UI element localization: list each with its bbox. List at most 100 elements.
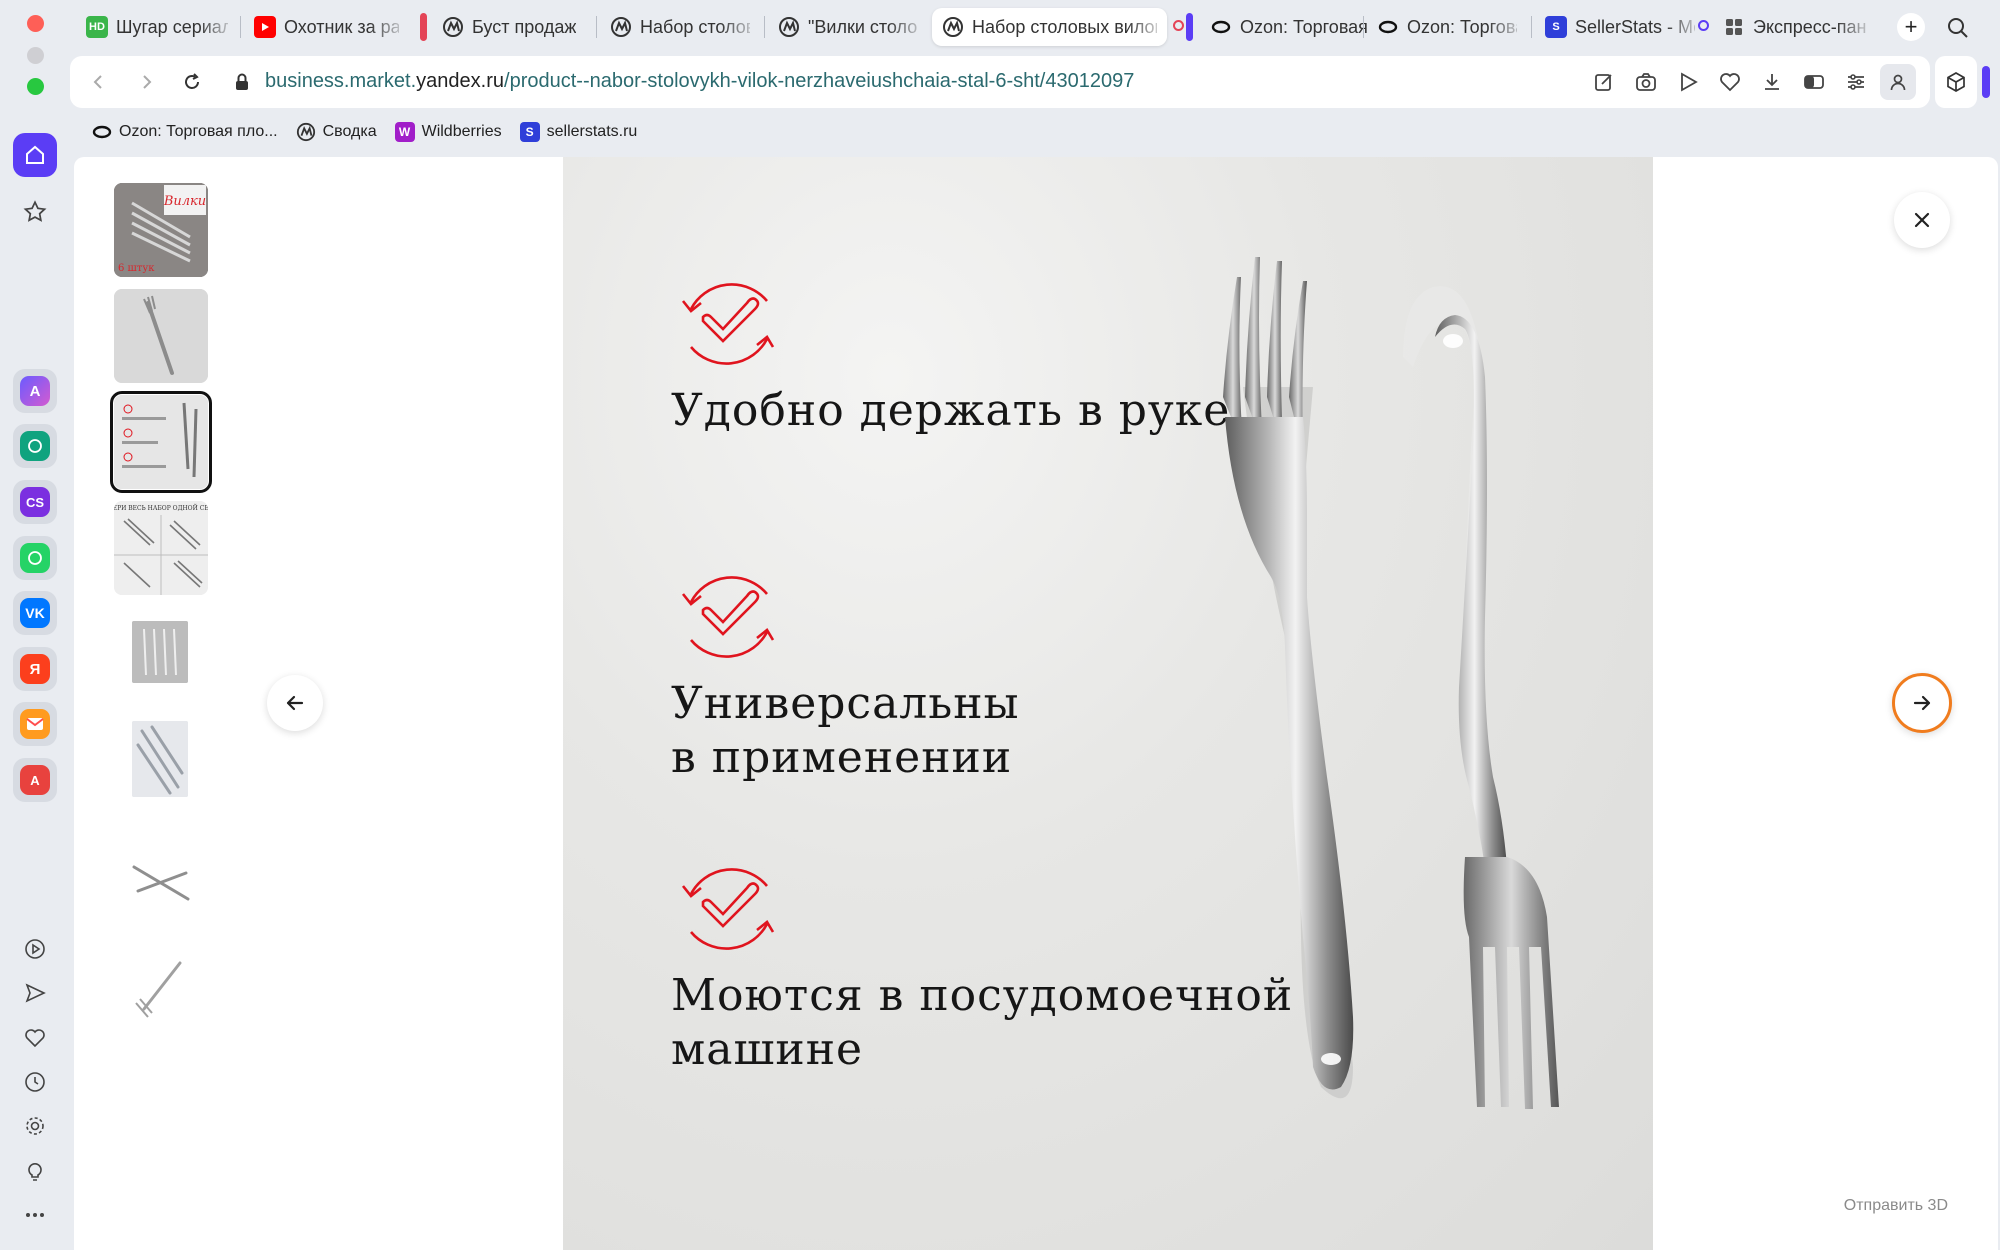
download-icon[interactable] [1758,68,1786,96]
thumb-series-title: СОБЕРИ ВЕСЬ НАБОР ОДНОЙ СЕРИИ [114,504,208,512]
bookmark-label: Сводка [322,123,377,140]
thumb-cover-title: Вилки [163,194,206,209]
bookmarks-bar: Ozon: Торговая пло... Сводка W Wildberri… [70,112,2000,152]
yandex-market-icon [942,16,964,38]
thumbnail-4[interactable]: СОБЕРИ ВЕСЬ НАБОР ОДНОЙ СЕРИИ [114,501,208,595]
hd-icon: HD [86,16,108,38]
express-panel-icon [1723,16,1745,38]
tab-label: Ozon: Торговая [1240,16,1368,37]
translate-app-icon[interactable]: A [13,758,57,802]
feature-text-2: Универсальны в применении [671,678,1020,783]
bookmark-sellerstats[interactable]: S sellerstats.ru [519,122,637,142]
lightbulb-icon[interactable] [20,1156,50,1186]
thumbnail-1[interactable]: Вилки 6 штук [114,183,208,277]
bookmark-ozon[interactable]: Ozon: Торговая пло... [92,122,278,142]
bookmark-svodka[interactable]: Сводка [296,122,377,142]
side-panel-marker[interactable] [1982,66,1990,98]
close-icon [1914,212,1930,228]
new-tab-plus-icon[interactable]: + [1897,13,1925,41]
tab-table-forks[interactable]: "Вилки столовые [768,8,928,46]
main-product-image: Удобно держать в руке Универсальны в при… [563,157,1653,1250]
reader-mode-icon[interactable] [1800,68,1828,96]
favorite-heart-icon[interactable] [1716,68,1744,96]
tab-group-marker[interactable] [1186,13,1193,41]
tab-express-panel[interactable]: Экспресс-панель [1713,8,1876,46]
url-path: /product--nabor-stolovykh-vilok-nerzhave… [504,70,1135,92]
ozon-icon [1210,16,1232,38]
url-text[interactable]: business.market.yandex.ru/product--nabor… [265,70,1134,93]
reload-icon[interactable] [178,68,206,96]
url-host: yandex.ru [416,70,505,92]
prev-image-button[interactable] [267,675,323,731]
thumbnail-5[interactable] [132,621,188,683]
thumbnail-2[interactable] [114,289,208,383]
tab-mindhunter[interactable]: Охотник за разумом [244,8,409,46]
send-icon[interactable] [20,978,50,1008]
yandex-market-icon [610,16,632,38]
cs-app-icon[interactable]: CS [13,480,57,524]
play-circle-icon[interactable] [20,934,50,964]
tab-group-marker[interactable] [420,13,427,41]
edit-note-icon[interactable] [1590,68,1618,96]
forks-image [1223,257,1559,1109]
arrow-left-icon [286,695,304,711]
yandex-market-icon [442,16,464,38]
profile-icon[interactable] [1880,64,1916,100]
more-dots-icon[interactable] [20,1200,50,1230]
browser-sidebar: A CS VK Я A [0,0,70,1250]
extensions-sliders-icon[interactable] [1842,68,1870,96]
mail-app-icon[interactable] [13,702,57,746]
close-viewer-button[interactable] [1894,192,1950,248]
yandex-app-icon[interactable]: Я [13,647,57,691]
play-icon[interactable] [1674,68,1702,96]
minimize-window-button[interactable] [27,47,44,64]
chatgpt-app-icon[interactable] [13,424,57,468]
thumbnail-8[interactable] [114,939,208,1033]
tab-label: Буст продаж [472,16,577,37]
alice-app-icon[interactable]: A [13,369,57,413]
star-icon[interactable] [20,197,50,227]
tab-group-dot[interactable] [1698,20,1709,31]
check-circle-icon [681,283,775,365]
tab-forks-set-active[interactable]: Набор столовых вилок [932,8,1167,46]
tab-cutlery-set[interactable]: Набор столовых [600,8,760,46]
feature-block-3: Моются в посудомоечной машине [671,852,1293,1077]
yandex-market-icon [296,122,316,142]
tab-ozon-2[interactable]: Ozon: Торговая [1367,8,1527,46]
search-tabs-icon[interactable] [1946,16,1970,45]
thumbnail-3-selected[interactable] [110,391,212,493]
thumb-cover-badge: 6 штук [118,263,155,274]
address-bar: business.market.yandex.ru/product--nabor… [70,56,1930,108]
vk-app-icon[interactable]: VK [13,591,57,635]
whatsapp-app-icon[interactable] [13,536,57,580]
lock-icon[interactable] [228,68,256,96]
close-window-button[interactable] [27,15,44,32]
product-image-viewer: Вилки 6 штук СОБЕРИ ВЕСЬ НАБОР ОДНОЙ СЕР… [74,157,1998,1250]
thumbnail-6[interactable] [132,721,188,797]
bookmark-label: Ozon: Торговая пло... [119,123,278,140]
wildberries-icon: W [394,122,415,142]
back-arrow-icon[interactable] [85,68,113,96]
url-prefix: business.market. [265,70,417,92]
sellerstats-icon: S [1545,16,1567,38]
arrow-right-icon [1913,695,1931,711]
tab-sugar-series[interactable]: HD Шугар сериал [76,8,238,46]
bookmark-wildberries[interactable]: W Wildberries [394,122,502,142]
maximize-window-button[interactable] [27,78,44,95]
tab-sellerstats[interactable]: S SellerStats - Мо [1535,8,1705,46]
settings-gear-icon[interactable] [20,1111,50,1141]
forward-arrow-icon[interactable] [132,68,160,96]
check-circle-icon [681,576,775,658]
history-icon[interactable] [20,1067,50,1097]
thumbnail-7[interactable] [114,833,208,927]
home-icon[interactable] [13,133,57,177]
camera-icon[interactable] [1632,68,1660,96]
youtube-icon [254,16,276,38]
3d-cube-icon[interactable] [1935,56,1977,108]
send-3d-link[interactable]: Отправить 3D [1844,1197,1948,1215]
tab-group-dot[interactable] [1173,20,1184,31]
feature-text-3: Моются в посудомоечной машине [671,970,1294,1075]
tab-boost-sales[interactable]: Буст продаж [432,8,592,46]
next-image-button[interactable] [1892,673,1952,733]
heart-icon[interactable] [20,1023,50,1053]
